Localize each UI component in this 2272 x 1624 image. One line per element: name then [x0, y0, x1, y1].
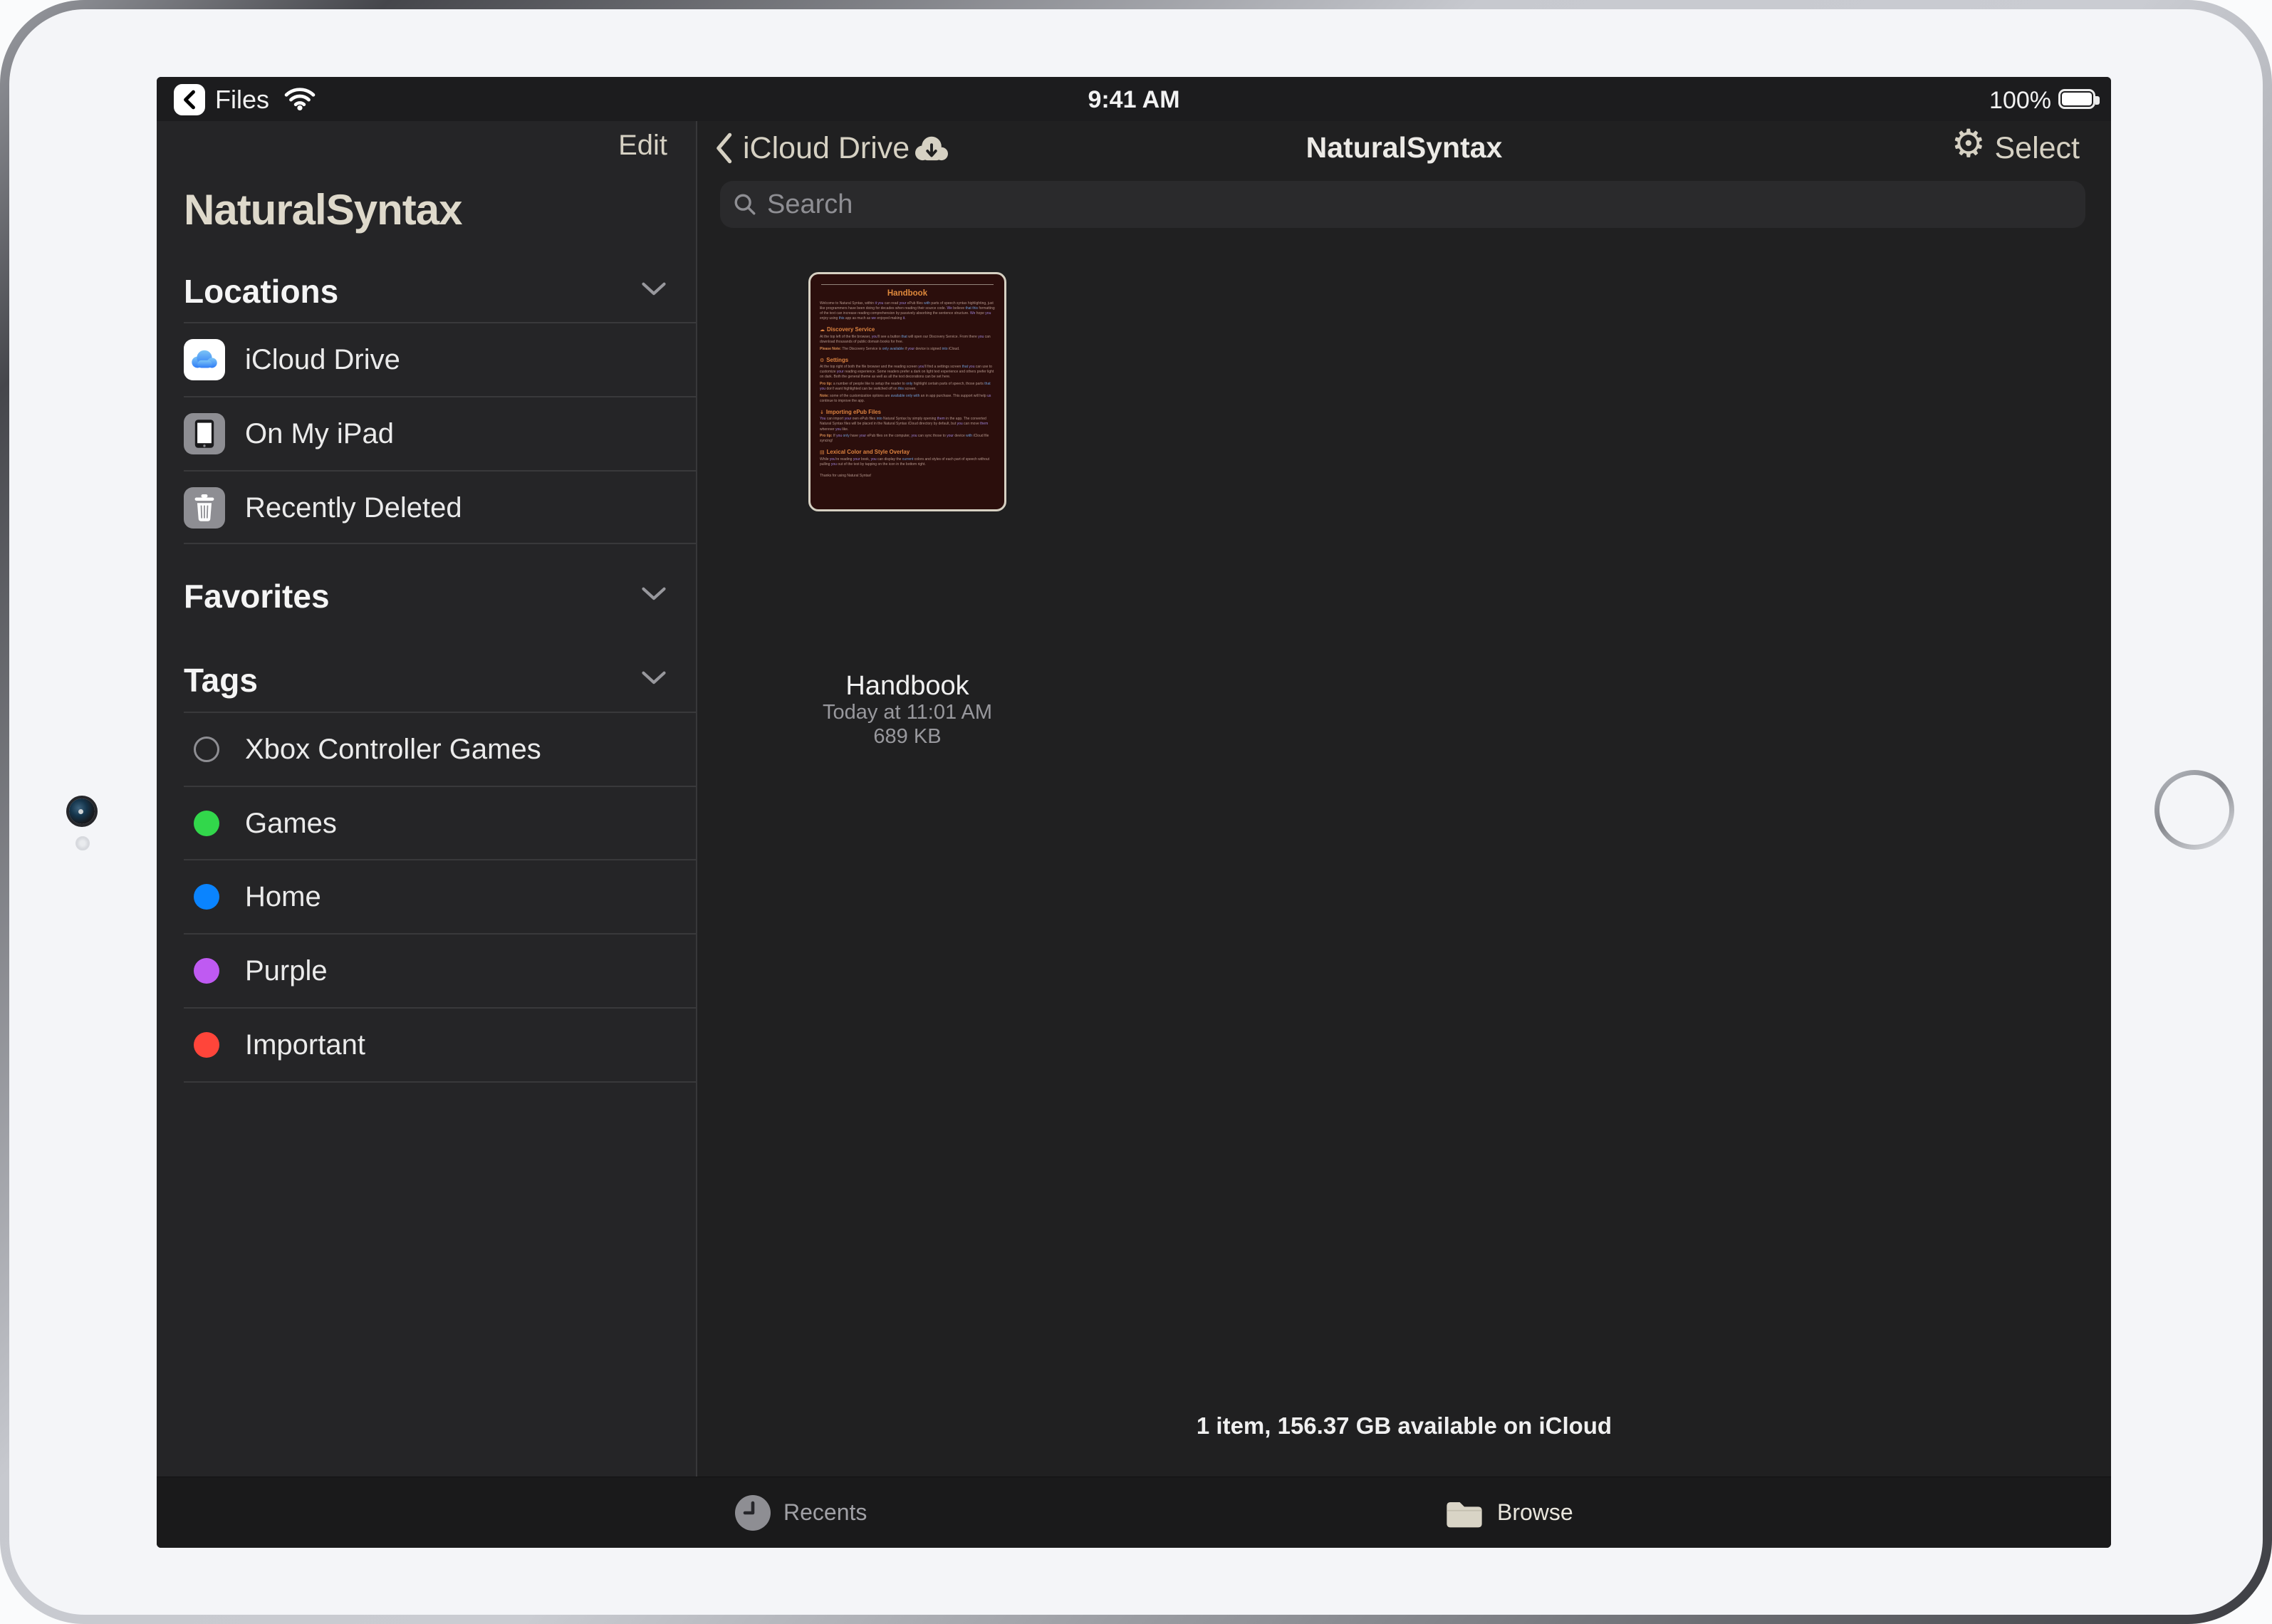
tag-circle-icon	[194, 1032, 219, 1058]
thumb-heading: ▤Lexical Color and Style Overlay	[820, 449, 995, 455]
chevron-down-icon[interactable]	[642, 671, 666, 689]
screen: Files 9:41 AM 100% Edit NaturalSyntax Lo…	[157, 77, 2111, 1548]
front-camera	[69, 798, 95, 824]
home-button[interactable]	[2154, 770, 2234, 850]
folder-icon	[1443, 1496, 1486, 1530]
battery-percent: 100%	[1989, 87, 2051, 115]
status-time: 9:41 AM	[157, 86, 2111, 114]
tab-recents[interactable]: Recents	[734, 1477, 867, 1548]
thumb-paragraph: At the top left of the file browser, you…	[820, 335, 995, 345]
edit-button[interactable]: Edit	[618, 130, 667, 162]
file-size: 689 KB	[765, 725, 1050, 749]
section-header-tags[interactable]: Tags	[184, 661, 258, 699]
sidebar-item-label: On My iPad	[245, 418, 394, 450]
sidebar-item-recently-deleted[interactable]: Recently Deleted	[157, 472, 696, 544]
sidebar-tag-games[interactable]: Games	[157, 787, 696, 860]
status-bar: Files 9:41 AM 100%	[157, 77, 2111, 121]
sidebar-app-title: NaturalSyntax	[184, 185, 462, 234]
tab-recents-label: Recents	[783, 1499, 867, 1526]
divider	[184, 543, 696, 544]
thumb-paragraph: While you're reading your book, you can …	[820, 457, 995, 467]
tab-browse[interactable]: Browse	[1443, 1477, 1573, 1548]
tag-label: Home	[245, 881, 321, 913]
section-header-locations[interactable]: Locations	[184, 272, 338, 311]
file-name: Handbook	[765, 671, 1050, 702]
icloud-drive-icon	[184, 339, 225, 380]
download-icon: ↓	[820, 410, 824, 415]
thumb-title: Handbook	[820, 289, 995, 298]
section-header-favorites[interactable]: Favorites	[184, 577, 330, 615]
camera-glint	[78, 809, 83, 814]
thumb-rule	[821, 284, 994, 285]
light-sensor	[75, 836, 90, 850]
divider	[184, 1081, 696, 1083]
sidebar-tag-xbox-controller-games[interactable]: Xbox Controller Games	[157, 713, 696, 786]
clock-icon	[734, 1494, 772, 1532]
thumb-paragraph: Pro tip: a number of people like to setu…	[820, 382, 995, 392]
thumb-paragraph: At the top right of both the file browse…	[820, 365, 995, 380]
overlay-icon: ▤	[820, 449, 825, 455]
select-button[interactable]: Select	[1994, 131, 2080, 166]
gear-icon[interactable]: ⚙	[1951, 123, 1986, 165]
tab-browse-label: Browse	[1497, 1499, 1573, 1526]
tag-label: Xbox Controller Games	[245, 734, 541, 766]
thumb-paragraph: Pro tip: If you only have your ePub file…	[820, 434, 995, 444]
search-icon	[733, 192, 757, 217]
thumb-paragraph: You can import your own ePub files into …	[820, 417, 995, 432]
tag-label: Purple	[245, 955, 328, 987]
trash-icon	[184, 487, 225, 529]
sidebar-tag-home[interactable]: Home	[157, 860, 696, 933]
tag-label: Important	[245, 1029, 365, 1061]
search-input[interactable]	[767, 189, 1984, 220]
nav-title: NaturalSyntax	[697, 131, 2111, 165]
sidebar-item-label: Recently Deleted	[245, 492, 462, 524]
thumb-paragraph: Please Note: The Discovery Service is on…	[820, 347, 995, 352]
thumb-heading: ☁Discovery Service	[820, 326, 995, 333]
thumb-paragraph: Note: some of the customization options …	[820, 394, 995, 404]
thumb-footer: Thanks for using Natural Syntax!	[820, 474, 995, 478]
sidebar-tag-purple[interactable]: Purple	[157, 935, 696, 1007]
tab-bar: Recents Browse	[157, 1477, 2111, 1548]
sidebar-item-label: iCloud Drive	[245, 344, 400, 376]
sidebar-item-on-my-ipad[interactable]: On My iPad	[157, 397, 696, 470]
tag-circle-icon	[194, 958, 219, 984]
search-bar[interactable]	[720, 181, 2085, 228]
sidebar-item-icloud-drive[interactable]: iCloud Drive	[157, 323, 696, 396]
page: Files 9:41 AM 100% Edit NaturalSyntax Lo…	[0, 0, 2272, 1624]
sidebar-tag-important[interactable]: Important	[157, 1009, 696, 1081]
thumb-heading: ↓Importing ePub Files	[820, 409, 995, 415]
chevron-down-icon[interactable]	[642, 587, 666, 605]
tag-circle-icon	[194, 884, 219, 910]
battery-icon	[2058, 89, 2095, 109]
thumb-heading: ⚙Settings	[820, 357, 995, 363]
tag-label: Games	[245, 808, 337, 840]
tag-circle-icon	[194, 811, 219, 836]
ipad-icon	[184, 413, 225, 454]
file-modified: Today at 11:01 AM	[765, 701, 1050, 724]
content-pane: iCloud Drive NaturalSyntax ⚙ Select	[697, 121, 2111, 1477]
item-count-status: 1 item, 156.37 GB available on iCloud	[697, 1412, 2111, 1440]
cloud-icon: ☁	[820, 327, 825, 333]
thumb-paragraph: Welcome to Natural Syntax, within it you…	[820, 301, 995, 321]
file-thumbnail: Handbook Welcome to Natural Syntax, with…	[808, 272, 1006, 511]
chevron-down-icon[interactable]	[642, 282, 666, 300]
tag-circle-icon	[194, 736, 219, 762]
sidebar: Edit NaturalSyntax Locations iCloud Driv…	[157, 121, 696, 1477]
gear-icon: ⚙	[820, 358, 824, 363]
